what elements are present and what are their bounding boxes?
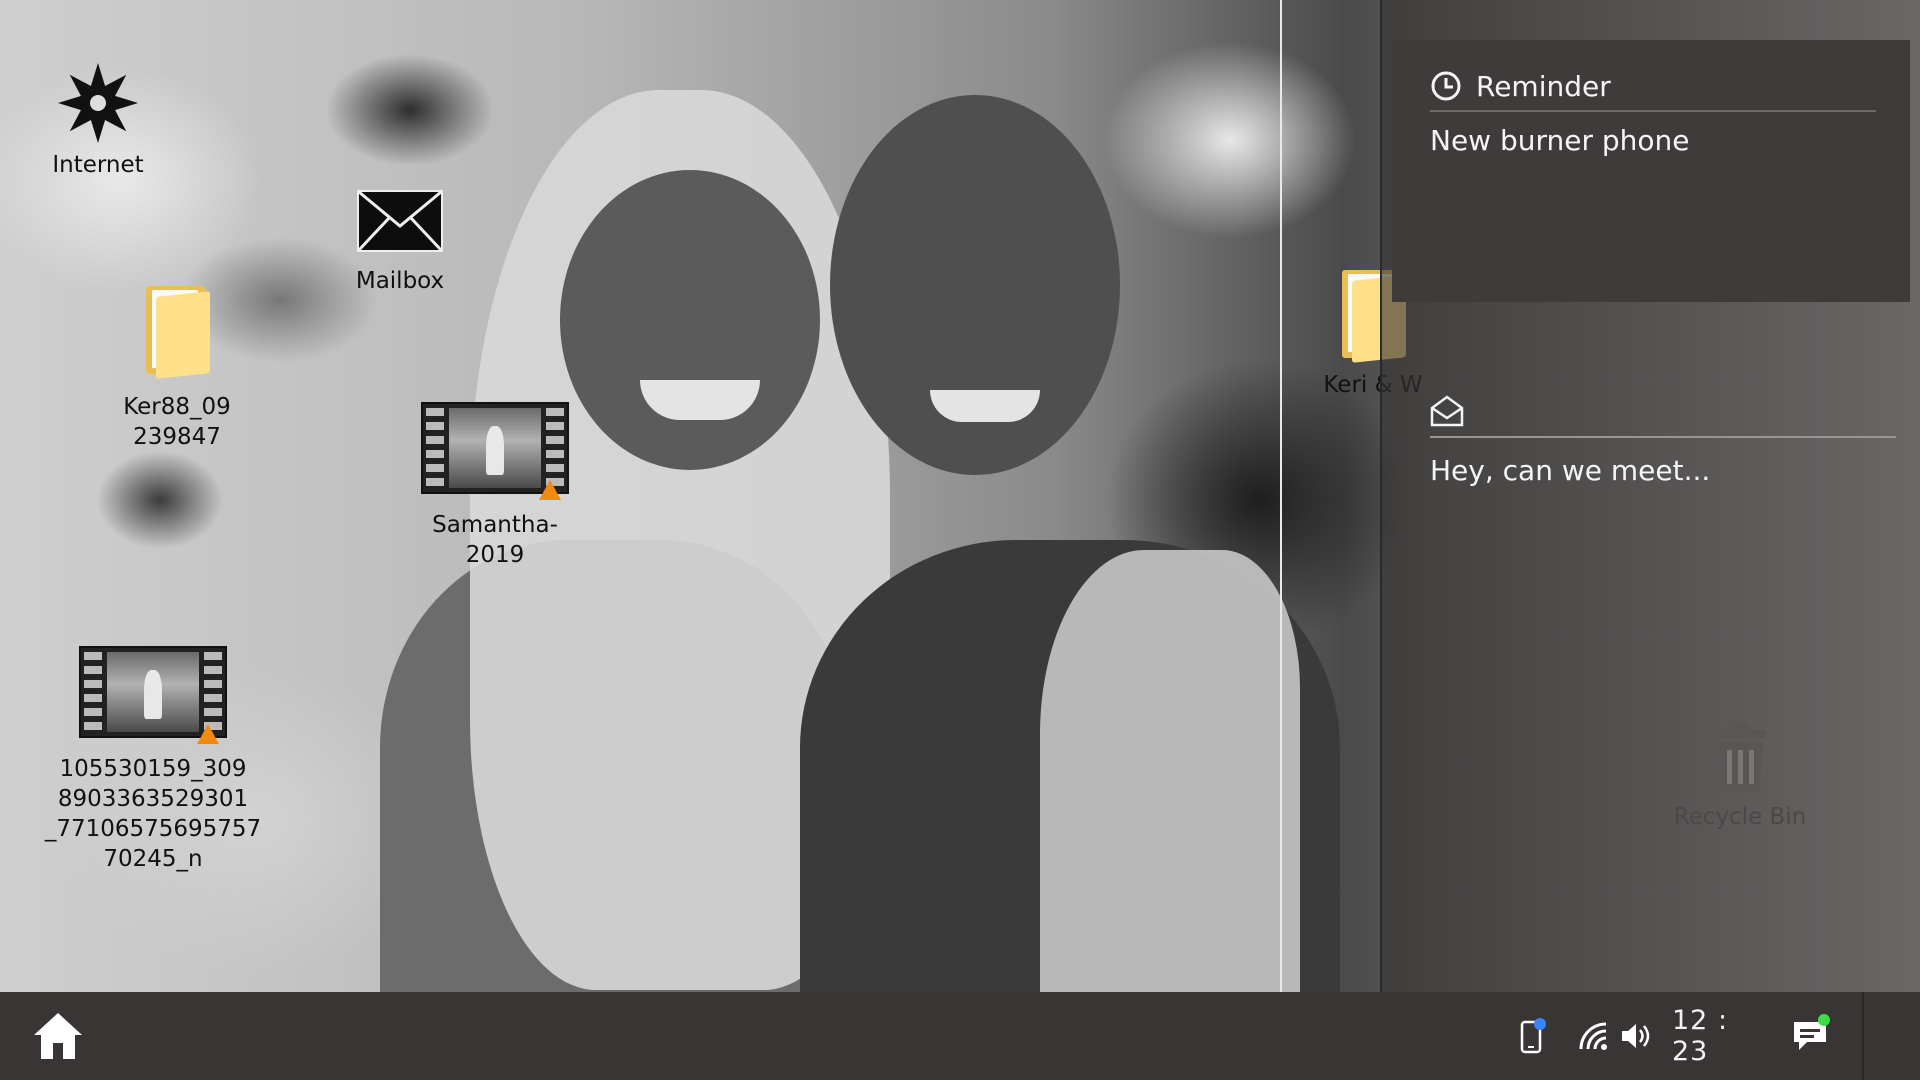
open-envelope-icon xyxy=(1430,395,1464,427)
internet-icon xyxy=(58,63,138,143)
desktop-icon-label: Mailbox xyxy=(355,268,445,294)
chat-badge xyxy=(1818,1014,1830,1026)
taskbar-clock[interactable]: 12 : 23 xyxy=(1672,1005,1762,1067)
video-file-icon xyxy=(79,646,227,744)
desktop-icon-mailbox[interactable]: Mailbox xyxy=(340,190,460,296)
taskbar: 12 : 23 xyxy=(0,992,1920,1080)
folder-icon xyxy=(142,286,212,379)
desktop-icon-video[interactable]: 105530159_309 8903363529301 _77106575695… xyxy=(44,646,262,874)
home-button[interactable] xyxy=(30,1008,86,1064)
desktop-icon-label: Internet xyxy=(52,152,144,178)
trash-icon xyxy=(1713,722,1767,792)
message-body: Hey, can we meet... xyxy=(1430,454,1711,487)
envelope-icon xyxy=(357,190,443,252)
reminder-title: Reminder xyxy=(1476,69,1611,103)
desktop-icon-recycle-bin[interactable]: Recycle Bin xyxy=(1660,722,1820,830)
wallpaper-detail xyxy=(930,390,1040,422)
vlc-cone-icon xyxy=(539,480,561,500)
desktop-icon-label: 105530159_309 8903363529301 _77106575695… xyxy=(44,756,262,872)
reminder-body: New burner phone xyxy=(1430,124,1690,157)
wallpaper-figure xyxy=(1040,550,1300,992)
desktop-icon-folder[interactable]: Ker88_09 239847 xyxy=(112,286,242,452)
desktop-icon-video[interactable]: Samantha- 2019 xyxy=(400,402,590,570)
clock-icon xyxy=(1431,71,1461,101)
wallpaper-figure xyxy=(560,170,820,470)
wifi-button[interactable] xyxy=(1574,1012,1614,1060)
volume-icon xyxy=(1622,1024,1650,1048)
notifications-button[interactable] xyxy=(1786,1010,1834,1062)
phone-badge xyxy=(1534,1018,1546,1030)
vlc-cone-icon xyxy=(197,724,219,744)
video-file-icon xyxy=(421,402,569,500)
home-icon xyxy=(34,1013,82,1059)
message-header xyxy=(1430,386,1896,438)
wallpaper-divider xyxy=(1280,0,1282,992)
wifi-icon xyxy=(1579,1022,1607,1050)
volume-button[interactable] xyxy=(1616,1012,1656,1060)
desktop-icon-label: Ker88_09 239847 xyxy=(123,394,231,450)
taskbar-separator xyxy=(1862,992,1864,1080)
reminder-header: Reminder xyxy=(1430,62,1876,112)
desktop-icon-label: Recycle Bin xyxy=(1673,804,1807,830)
reminder-notification[interactable]: Reminder New burner phone xyxy=(1392,40,1910,302)
desktop-icon-internet[interactable]: Internet xyxy=(38,60,158,180)
message-notification[interactable]: Hey, can we meet... xyxy=(1430,386,1896,487)
desktop-icon-label: Samantha- 2019 xyxy=(432,512,558,568)
phone-button[interactable] xyxy=(1512,1012,1552,1060)
